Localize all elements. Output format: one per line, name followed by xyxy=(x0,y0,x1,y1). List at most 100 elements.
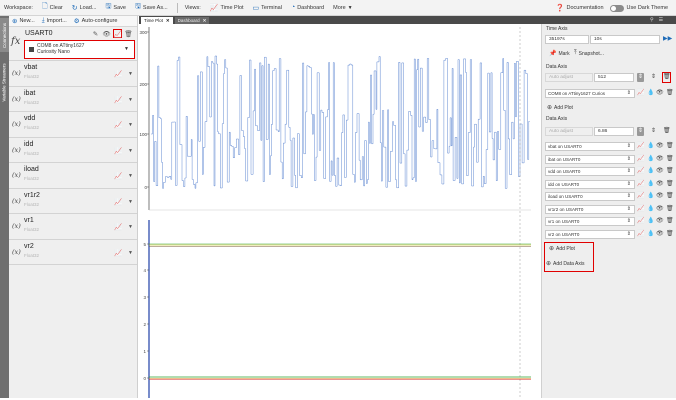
lock-icon[interactable]: ⇕ xyxy=(637,127,644,136)
stream-select[interactable]: vr1 on USART0 ⇕ xyxy=(545,217,635,226)
add-data-axis-button[interactable]: ⊕ Add Data Axis xyxy=(546,260,584,268)
chart-icon[interactable]: 📈 xyxy=(114,96,122,104)
variable-row[interactable]: (x) vr2 Float32 📈 ▼ xyxy=(9,240,137,265)
time-start-input[interactable]: 35197s xyxy=(545,35,589,44)
variable-row[interactable]: (x) vr1 Float32 📈 ▼ xyxy=(9,214,137,240)
source-device-select[interactable]: COM8 on ATtiny1627 Curiosity Nano ▼ xyxy=(24,40,135,59)
chart-icon[interactable]: 📈 xyxy=(637,155,644,164)
eye-icon[interactable]: 👁 xyxy=(656,217,664,226)
trash-icon[interactable]: 🗑 xyxy=(666,217,674,226)
eye-icon[interactable]: 👁 xyxy=(656,142,664,151)
clear-button[interactable]: 🗋 Clear xyxy=(42,2,63,13)
color-drop-icon[interactable]: 💧 xyxy=(647,180,654,189)
chart-icon[interactable]: 📈 xyxy=(114,249,122,257)
trash-icon[interactable]: 🗑 xyxy=(666,180,674,189)
time-window-input[interactable]: 10s xyxy=(590,35,660,44)
stream-select[interactable]: vdd on USART0 ⇕ xyxy=(545,167,635,176)
chevron-down-icon[interactable]: ▼ xyxy=(128,97,133,103)
chart-icon[interactable]: 📈 xyxy=(114,172,122,180)
dark-theme-toggle[interactable] xyxy=(609,4,624,12)
color-drop-icon[interactable]: 💧 xyxy=(647,192,654,201)
fast-forward-icon[interactable]: ▶▶ xyxy=(663,35,672,44)
variable-row[interactable]: (x) vr1r2 Float32 📈 ▼ xyxy=(9,189,137,214)
chart-icon[interactable]: 📈 xyxy=(114,147,122,155)
trash-icon[interactable]: 🗑 xyxy=(124,29,133,38)
new-variable-button[interactable]: ⊕ New... xyxy=(12,17,35,25)
tab-connections[interactable]: Connections xyxy=(0,18,9,52)
axis-max-input[interactable]: 512 xyxy=(594,73,634,82)
save-as-button[interactable]: 🖫 Save As... xyxy=(135,2,168,13)
color-drop-icon[interactable]: 💧 xyxy=(647,167,654,176)
load-button[interactable]: ↻ Load... xyxy=(72,4,97,12)
chart-icon[interactable]: 📈 xyxy=(114,198,122,206)
trash-icon[interactable]: 🗑 xyxy=(663,127,671,136)
trash-icon[interactable]: 🗑 xyxy=(666,205,674,214)
chevron-down-icon[interactable]: ▼ xyxy=(128,122,133,128)
color-drop-icon[interactable]: 💧 xyxy=(647,142,654,151)
stream-select[interactable]: ibat on USART0 ⇕ xyxy=(545,154,635,164)
color-drop-icon[interactable]: 💧 xyxy=(647,89,654,98)
sort-icon[interactable]: ⇕ xyxy=(650,73,657,82)
dashboard-view-button[interactable]: ◔ Dashboard xyxy=(291,4,324,11)
tab-time-plot[interactable]: Time Plot ✕ xyxy=(141,17,173,24)
eye-icon[interactable]: 👁 xyxy=(656,180,664,189)
lock-icon[interactable]: ⇕ xyxy=(637,73,644,82)
chevron-down-icon[interactable]: ▼ xyxy=(128,71,133,77)
snapshot-button[interactable]: ⤒ Snapshot... xyxy=(574,50,604,57)
eye-icon[interactable]: 👁 xyxy=(656,192,664,201)
eye-icon[interactable]: 👁 xyxy=(102,29,111,38)
chevron-down-icon[interactable]: ▼ xyxy=(128,224,133,230)
plot-area[interactable]: 300 200 100 0 5 4 3 2 1 0 xyxy=(139,24,541,398)
menu-icon[interactable]: ☰ xyxy=(659,17,663,23)
chart-icon[interactable]: 📈 xyxy=(637,142,644,151)
chart-icon[interactable]: 📈 xyxy=(637,205,644,214)
color-drop-icon[interactable]: 💧 xyxy=(647,205,654,214)
add-plot-button[interactable]: ⊕ Add Plot xyxy=(547,104,573,112)
trash-icon[interactable]: 🗑 xyxy=(662,72,671,83)
color-drop-icon[interactable]: 💧 xyxy=(647,217,654,226)
time-plot-chart[interactable]: 300 200 100 0 5 4 3 2 1 0 xyxy=(139,24,541,398)
save-button[interactable]: 🖫 Save xyxy=(105,2,126,13)
import-button[interactable]: ⤓ Import... xyxy=(42,17,67,25)
variable-row[interactable]: (x) vdd Float32 📈 ▼ xyxy=(9,112,137,138)
chart-icon[interactable]: 📈 xyxy=(114,223,122,231)
axis-max-input[interactable]: 6.86 xyxy=(594,127,634,136)
stream-select[interactable]: vbat on USART0 ⇕ xyxy=(545,142,635,151)
eye-icon[interactable]: 👁 xyxy=(656,155,664,164)
chart-icon[interactable]: 📈 xyxy=(637,89,644,98)
variable-row[interactable]: (x) ibat Float32 📈 ▼ xyxy=(9,87,137,112)
mark-button[interactable]: 📌 Mark xyxy=(549,50,570,58)
chart-icon[interactable]: 📈 xyxy=(113,29,122,38)
terminal-view-button[interactable]: ▭ Terminal xyxy=(253,4,282,12)
trash-icon[interactable]: 🗑 xyxy=(666,192,674,201)
auto-configure-button[interactable]: ⚙ Auto-configure xyxy=(74,17,118,25)
stream-select[interactable]: vr2 on USART0 ⇕ xyxy=(545,229,635,239)
eye-icon[interactable]: 👁 xyxy=(656,167,664,176)
variable-row[interactable]: (x) idd Float32 📈 ▼ xyxy=(9,138,137,163)
trash-icon[interactable]: 🗑 xyxy=(666,155,674,164)
chart-icon[interactable]: 📈 xyxy=(114,121,122,129)
chart-icon[interactable]: 📈 xyxy=(637,230,644,239)
time-plot-view-button[interactable]: 📈 Time Plot xyxy=(210,4,244,12)
chart-icon[interactable]: 📈 xyxy=(637,217,644,226)
trash-icon[interactable]: 🗑 xyxy=(666,142,674,151)
eye-icon[interactable]: 👁 xyxy=(656,230,664,239)
sort-icon[interactable]: ⇕ xyxy=(650,127,657,136)
data-axis-stream-select[interactable]: COM8 on ATtiny1627 Curios ⇕ xyxy=(545,89,635,98)
tab-dashboard[interactable]: Dashboard ✕ xyxy=(174,17,210,24)
chart-icon[interactable]: 📈 xyxy=(114,70,122,78)
close-icon[interactable]: ✕ xyxy=(166,17,170,24)
documentation-button[interactable]: ❓ Documentation xyxy=(556,4,604,12)
edit-icon[interactable]: ✎ xyxy=(91,29,100,38)
trash-icon[interactable]: 🗑 xyxy=(666,167,674,176)
color-drop-icon[interactable]: 💧 xyxy=(647,155,654,164)
chart-icon[interactable]: 📈 xyxy=(637,192,644,201)
chevron-down-icon[interactable]: ▼ xyxy=(128,173,133,179)
pin-icon[interactable]: ⚲ xyxy=(650,17,654,23)
eye-icon[interactable]: 👁 xyxy=(656,205,664,214)
more-menu[interactable]: More ▼ xyxy=(333,5,352,11)
chevron-down-icon[interactable]: ▼ xyxy=(128,148,133,154)
stream-select[interactable]: idd on USART0 ⇕ xyxy=(545,179,635,189)
eye-icon[interactable]: 👁 xyxy=(656,89,664,98)
stream-select[interactable]: vr1r2 on USART0 ⇕ xyxy=(545,204,635,214)
